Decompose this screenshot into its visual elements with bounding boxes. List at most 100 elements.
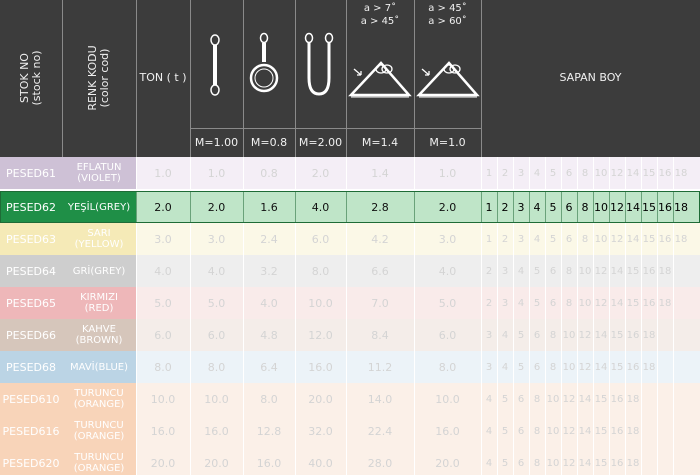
column-separator <box>561 319 562 351</box>
capacity-cell: 20.0 <box>435 456 460 470</box>
table-row[interactable]: PESED620 TURUNCU (ORANGE) 20.0 20.0 16.0 40.0 2… <box>0 447 700 475</box>
capacity-cell: 1.6 <box>260 200 278 214</box>
table-row[interactable]: PESED610 TURUNCU (ORANGE) 10.0 10.0 8.0 20.0 14… <box>0 383 700 415</box>
length-cell: 10 <box>562 361 576 373</box>
column-separator <box>545 383 546 415</box>
stock-no-cell: PESED63 <box>0 223 62 255</box>
column-separator <box>561 383 562 415</box>
length-cell: 8 <box>581 200 589 214</box>
table-row[interactable]: PESED63 SARI (YELLOW) 3.0 3.0 2.4 6.0 4.2 3.0 1 2 3… <box>0 223 700 255</box>
column-separator <box>593 157 594 189</box>
length-cell: 15 <box>594 425 608 437</box>
column-separator <box>414 415 415 447</box>
length-cell: 6 <box>565 233 573 245</box>
column-separator <box>561 351 562 383</box>
m-factor-straight: M=1.00 <box>194 136 239 149</box>
color-name: GRİ(GREY) <box>72 265 126 277</box>
column-separator <box>625 191 626 223</box>
column-separator <box>641 223 642 255</box>
table-row[interactable]: PESED65 KIRMIZI (RED) 5.0 5.0 4.0 10.0 7.0 5.0 2 3… <box>0 287 700 319</box>
length-cell: 5 <box>549 167 557 179</box>
capacity-cell: 6.0 <box>438 328 457 342</box>
column-separator <box>190 415 191 447</box>
header-divider <box>62 0 63 157</box>
table-row[interactable]: PESED68 MAVİ(BLUE) 8.0 8.0 6.4 16.0 11.2 8.0 3 4 5… <box>0 351 700 383</box>
stock-no-cell: PESED620 <box>0 447 62 475</box>
length-cell: 16 <box>658 200 672 214</box>
column-separator <box>136 287 137 319</box>
table-row[interactable]: PESED66 KAHVE (BROWN) 6.0 6.0 4.8 12.0 8.4 6.0 3 4… <box>0 319 700 351</box>
length-cell: 18 <box>626 457 640 469</box>
table-header: STOK NO (stock no) RENK KODU (color cod) T… <box>0 0 700 157</box>
capacity-cell: 20.0 <box>204 456 229 470</box>
column-separator <box>673 255 674 287</box>
color-code-cell: TURUNCU (ORANGE) <box>62 415 136 447</box>
column-separator <box>529 223 530 255</box>
column-separator <box>609 383 610 415</box>
column-separator <box>481 447 482 475</box>
column-separator <box>609 223 610 255</box>
column-separator <box>641 383 642 415</box>
length-cell: 16 <box>658 233 672 245</box>
table-row-selected[interactable]: PESED62 YEŞİL(GREY) 2.0 2.0 1.6 4.0 2.8 2.0 1 2 3 4… <box>0 191 700 223</box>
length-cell: 6 <box>565 200 573 214</box>
column-separator <box>497 191 498 223</box>
length-cell: 16 <box>642 265 656 277</box>
length-cell: 18 <box>674 233 688 245</box>
color-name: TURUNCU <box>74 452 124 463</box>
column-separator <box>481 287 482 319</box>
length-cell: 15 <box>594 393 608 405</box>
capacity-cell: 40.0 <box>308 456 333 470</box>
column-separator <box>545 319 546 351</box>
m-factor-two-leg-60: M=1.0 <box>429 136 466 149</box>
column-separator <box>577 447 578 475</box>
color-code-cell: KIRMIZI (RED) <box>62 287 136 319</box>
color-name: TURUNCU <box>74 420 124 431</box>
length-cell: 8 <box>533 457 541 469</box>
length-cell: 5 <box>533 297 541 309</box>
column-separator <box>481 223 482 255</box>
ton-header: TON ( t ) <box>139 71 187 84</box>
length-cell: 18 <box>674 167 688 179</box>
column-separator <box>346 191 347 223</box>
color-name: KIRMIZI <box>80 292 118 303</box>
column-separator <box>481 191 482 223</box>
column-separator <box>497 319 498 351</box>
length-cell: 14 <box>610 297 624 309</box>
column-separator <box>641 157 642 189</box>
column-separator <box>593 255 594 287</box>
length-cell: 10 <box>562 329 576 341</box>
stock-no-cell: PESED65 <box>0 287 62 319</box>
column-separator <box>497 383 498 415</box>
column-separator <box>497 351 498 383</box>
table-row[interactable]: PESED64 GRİ(GREY) 4.0 4.0 3.2 8.0 6.6 4.0 2 3 4 5 6 8… <box>0 255 700 287</box>
length-cell: 10 <box>546 425 560 437</box>
capacity-cell: 0.8 <box>260 166 278 180</box>
column-separator <box>190 447 191 475</box>
length-cell: 4 <box>485 425 493 437</box>
capacity-cell: 10.0 <box>150 392 176 406</box>
table-row[interactable]: PESED61 EFLATUN (VIOLET) 1.0 1.0 0.8 2.0 1.4 1.0… <box>0 157 700 189</box>
length-cell: 5 <box>517 329 525 341</box>
column-separator <box>577 351 578 383</box>
length-cell: 1 <box>485 200 493 214</box>
color-name-en: (BROWN) <box>75 335 123 346</box>
length-cell: 15 <box>626 297 640 309</box>
length-cell: 6 <box>533 361 541 373</box>
capacity-cell: 6.0 <box>207 328 226 342</box>
column-separator <box>625 319 626 351</box>
column-separator <box>657 287 658 319</box>
table-row[interactable]: PESED616 TURUNCU (ORANGE) 16.0 16.0 12.8 32.0 2… <box>0 415 700 447</box>
column-separator <box>346 415 347 447</box>
color-code-cell: GRİ(GREY) <box>62 255 136 287</box>
column-separator <box>497 415 498 447</box>
column-separator <box>243 287 244 319</box>
column-separator <box>190 255 191 287</box>
length-cell: 8 <box>549 361 557 373</box>
length-cell: 15 <box>642 233 656 245</box>
length-cell: 4 <box>517 265 525 277</box>
column-separator <box>295 383 296 415</box>
column-separator <box>609 287 610 319</box>
capacity-cell: 7.0 <box>371 296 389 310</box>
column-separator <box>561 223 562 255</box>
